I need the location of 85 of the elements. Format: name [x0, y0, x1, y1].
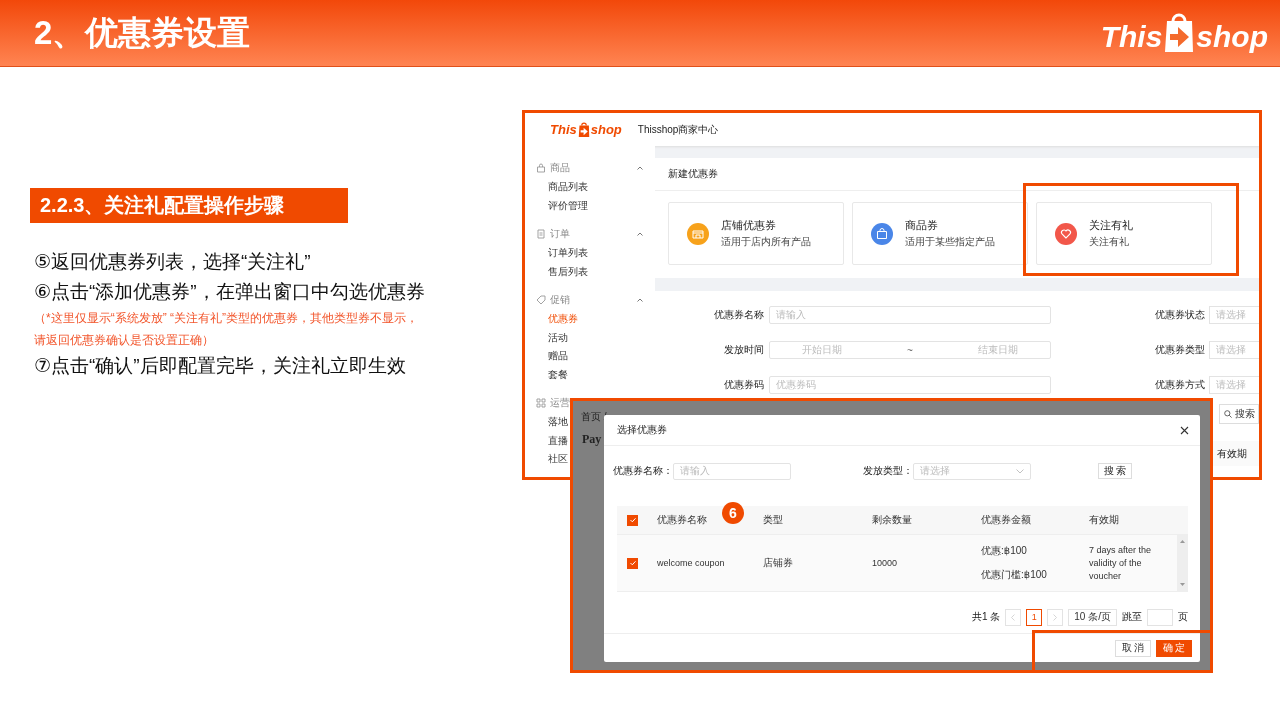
table-cell-text: 优惠门槛:฿100 [981, 568, 1048, 582]
sidebar-item[interactable]: 评价管理 [525, 196, 655, 215]
coupon-type-description: 适用于店内所有产品 [721, 235, 811, 249]
confirm-button[interactable]: 确 定 [1156, 639, 1192, 657]
page-button[interactable]: 1 [1026, 608, 1043, 626]
table-cell-text: welcome coupon [657, 558, 726, 568]
step-text: ⑦点击“确认”后即配置完毕，关注礼立即生效 [34, 354, 407, 378]
search-button[interactable]: 搜索 [1219, 404, 1259, 424]
chevron-down-icon [1016, 468, 1024, 474]
arrow-up-icon[interactable] [1180, 540, 1185, 543]
scrollbar[interactable] [1177, 535, 1188, 591]
sidebar-group[interactable]: 订单 [525, 224, 655, 244]
filter-label: 优惠券状态 [1155, 308, 1205, 322]
filter-label: 发放类型： [862, 464, 913, 478]
filter-label: 优惠券名称 [713, 308, 765, 322]
chevron-right-icon [1053, 613, 1058, 621]
coupon-type-description: 关注有礼 [1089, 235, 1130, 249]
sidebar-item[interactable]: 活动 [525, 328, 655, 347]
coupon-type-card[interactable]: 店铺优惠券 适用于店内所有产品 [668, 202, 844, 265]
note-text: （*这里仅显示“系统发放” “关注有礼”类型的优惠券，其他类型券不显示， [34, 310, 419, 327]
table-cell-text: 7 days after the validity of the voucher [1089, 543, 1153, 583]
column-header: 优惠券金额 [981, 513, 1032, 527]
column-header: 剩余数量 [872, 513, 913, 527]
page-title: Pay [582, 432, 602, 447]
sidebar-item[interactable]: 商品列表 [525, 178, 655, 197]
filter-label: 优惠券名称： [612, 464, 673, 478]
coupon-type-name: 店铺优惠券 [721, 218, 777, 233]
coupon-type-description: 适用于某些指定产品 [905, 235, 995, 249]
bag-icon [577, 122, 590, 137]
slide-title: 2、优惠券设置 [34, 12, 251, 53]
tag-icon [536, 295, 546, 305]
jump-label: 跳至 [1122, 610, 1142, 624]
logo-text: shop [1196, 20, 1268, 54]
checkbox[interactable] [627, 557, 638, 569]
document-icon [536, 229, 546, 239]
previous-page-button[interactable] [1005, 608, 1022, 626]
sidebar-item[interactable]: 套餐 [525, 365, 655, 384]
sidebar-item[interactable]: 赠品 [525, 347, 655, 366]
page-label: 页 [1178, 610, 1188, 624]
filter-label: 发放时间 [723, 343, 765, 357]
coupon-type-card[interactable]: 关注有礼 关注有礼 [1036, 202, 1212, 265]
column-header: 类型 [763, 513, 784, 527]
coupon-type-name: 商品券 [905, 218, 939, 233]
note-text: 请返回优惠券确认是否设置正确） [34, 332, 215, 349]
logo-text: shop [590, 122, 622, 137]
logo-text: This [550, 122, 577, 137]
table-cell-text: 10000 [872, 558, 899, 568]
section-title: 2.2.3、关注礼配置操作步骤 [30, 188, 348, 223]
column-header: 有效期 [1217, 446, 1247, 461]
sidebar-group[interactable]: 促销 [525, 290, 655, 310]
column-header: 有效期 [1089, 513, 1120, 527]
app-title: Thisshop商家中心 [637, 122, 719, 137]
check-icon [628, 516, 637, 524]
sidebar-item[interactable]: 订单列表 [525, 244, 655, 263]
close-icon[interactable] [1180, 425, 1189, 435]
page-size-select[interactable]: 10 条/页 [1068, 608, 1117, 626]
search-icon [1224, 410, 1232, 418]
step-text: ⑥点击“添加优惠券”，在弹出窗口中勾选优惠券 [34, 280, 426, 304]
sidebar-group[interactable]: 商品 [525, 158, 655, 178]
dialog-title: 选择优惠券 [617, 423, 667, 437]
sidebar-item[interactable]: 售后列表 [525, 262, 655, 281]
filter-label: 优惠券码 [723, 378, 765, 392]
grid-icon [536, 398, 546, 408]
arrow-down-icon[interactable] [1180, 583, 1185, 586]
coupon-type-name: 关注有礼 [1089, 218, 1133, 233]
panel-title: 新建优惠券 [655, 158, 1259, 191]
coupon-type-card[interactable]: 商品券 适用于某些指定产品 [852, 202, 1028, 265]
total-count: 共1 条 [971, 610, 1001, 624]
logo-text: This [1100, 20, 1163, 54]
page-input[interactable] [1147, 608, 1173, 626]
cancel-button[interactable]: 取 消 [1115, 639, 1151, 657]
search-button[interactable]: 搜 索 [1098, 463, 1132, 479]
sidebar-group[interactable]: 运营 [525, 393, 570, 413]
checkbox[interactable] [627, 514, 638, 526]
sidebar-item[interactable]: 优惠券 [525, 310, 655, 329]
filter-label: 优惠券类型 [1155, 343, 1205, 357]
bag-icon [536, 163, 546, 173]
step-text: ⑤返回优惠券列表，选择“关注礼” [34, 250, 312, 274]
next-page-button[interactable] [1047, 608, 1064, 626]
filter-label: 优惠券方式 [1155, 378, 1205, 392]
chevron-left-icon [1011, 613, 1016, 621]
table-cell-text: 店铺券 [763, 556, 794, 570]
table-cell-text: 优惠:฿100 [981, 544, 1028, 558]
check-icon [628, 559, 637, 567]
bag-icon [1164, 12, 1195, 52]
